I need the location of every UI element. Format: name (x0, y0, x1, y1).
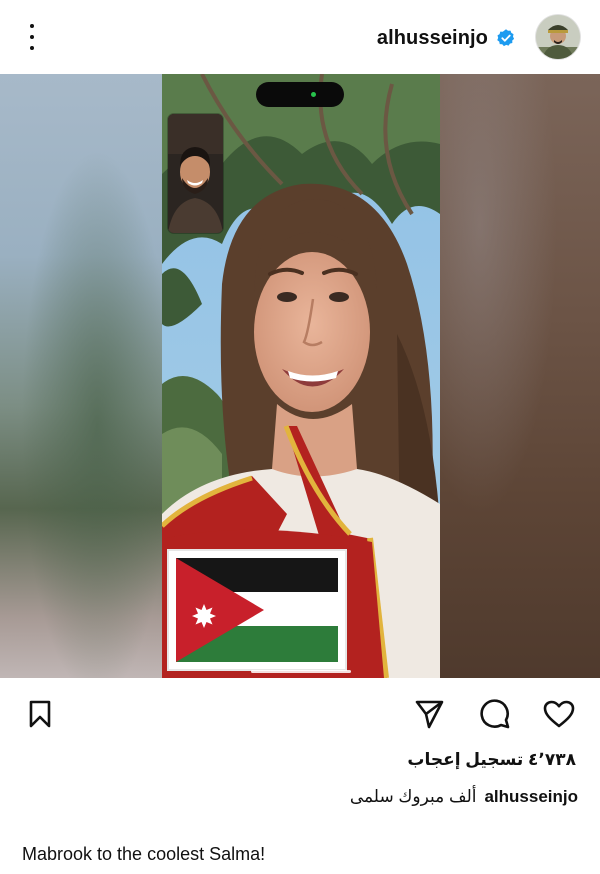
share-icon[interactable] (412, 697, 446, 731)
verified-badge-icon (497, 29, 515, 47)
caption-username[interactable]: alhusseinjo (484, 787, 578, 807)
caption-english: Mabrook to the coolest Salma! (22, 844, 266, 864)
dynamic-island (256, 82, 344, 107)
video-call-screenshot (162, 74, 440, 678)
post-header: alhusseinjo (0, 0, 600, 74)
home-indicator (251, 670, 351, 673)
kebab-menu-icon[interactable] (22, 24, 42, 50)
call-indicator-dot (311, 92, 316, 97)
pip-caller-video (168, 114, 223, 233)
blurred-background-left (0, 74, 162, 678)
blurred-background-right (440, 74, 600, 678)
post-media[interactable] (0, 74, 600, 678)
comment-icon[interactable] (478, 697, 512, 731)
avatar[interactable] (536, 15, 580, 59)
header-username[interactable]: alhusseinjo (377, 27, 488, 50)
instagram-post: alhusseinjo ٤٬٧٣٨ تسجيل إعجاب ألف مبروك … (0, 0, 600, 874)
heart-icon[interactable] (542, 697, 576, 731)
bookmark-icon[interactable] (23, 697, 57, 731)
likes-count[interactable]: ٤٬٧٣٨ تسجيل إعجاب (407, 750, 576, 776)
header-user[interactable]: alhusseinjo (377, 24, 516, 52)
caption-text: ألف مبروك سلمى (349, 787, 477, 806)
action-bar (0, 678, 600, 750)
caption: ألف مبروك سلمى alhusseinjo (350, 784, 578, 810)
flag-patch (167, 549, 347, 671)
